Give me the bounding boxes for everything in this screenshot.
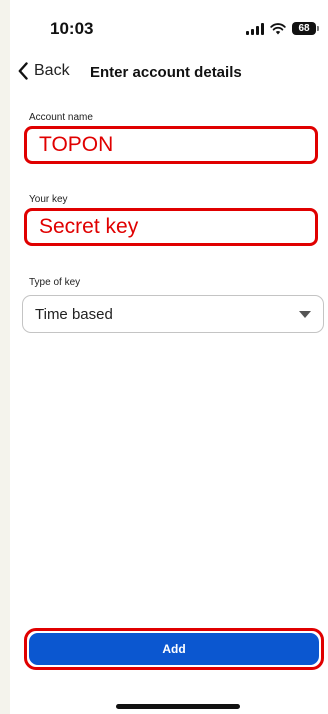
status-icons: 68 <box>246 22 319 35</box>
home-indicator <box>116 704 240 709</box>
navigation-bar: Back Enter account details <box>10 56 328 88</box>
battery-icon: 68 <box>292 22 319 35</box>
account-name-input[interactable] <box>24 126 318 164</box>
back-label: Back <box>34 62 70 79</box>
add-button-highlight: Add <box>24 628 324 670</box>
back-button[interactable]: Back <box>18 62 70 80</box>
key-label: Your key <box>29 194 68 205</box>
wifi-icon <box>270 22 286 34</box>
status-time: 10:03 <box>50 19 94 38</box>
add-button[interactable]: Add <box>29 633 319 665</box>
page-title: Enter account details <box>90 64 242 81</box>
key-input[interactable] <box>24 208 318 246</box>
key-type-label: Type of key <box>29 277 81 288</box>
chevron-left-icon <box>18 62 28 80</box>
key-type-selected-value: Time based <box>35 306 113 323</box>
cellular-signal-icon <box>246 22 264 35</box>
account-name-label: Account name <box>29 112 93 123</box>
dropdown-arrow-icon <box>299 311 311 318</box>
status-bar: 10:03 68 <box>10 0 328 56</box>
screen: 10:03 68 Back Enter account details Acco… <box>10 0 328 714</box>
key-type-dropdown[interactable]: Time based <box>22 295 324 333</box>
